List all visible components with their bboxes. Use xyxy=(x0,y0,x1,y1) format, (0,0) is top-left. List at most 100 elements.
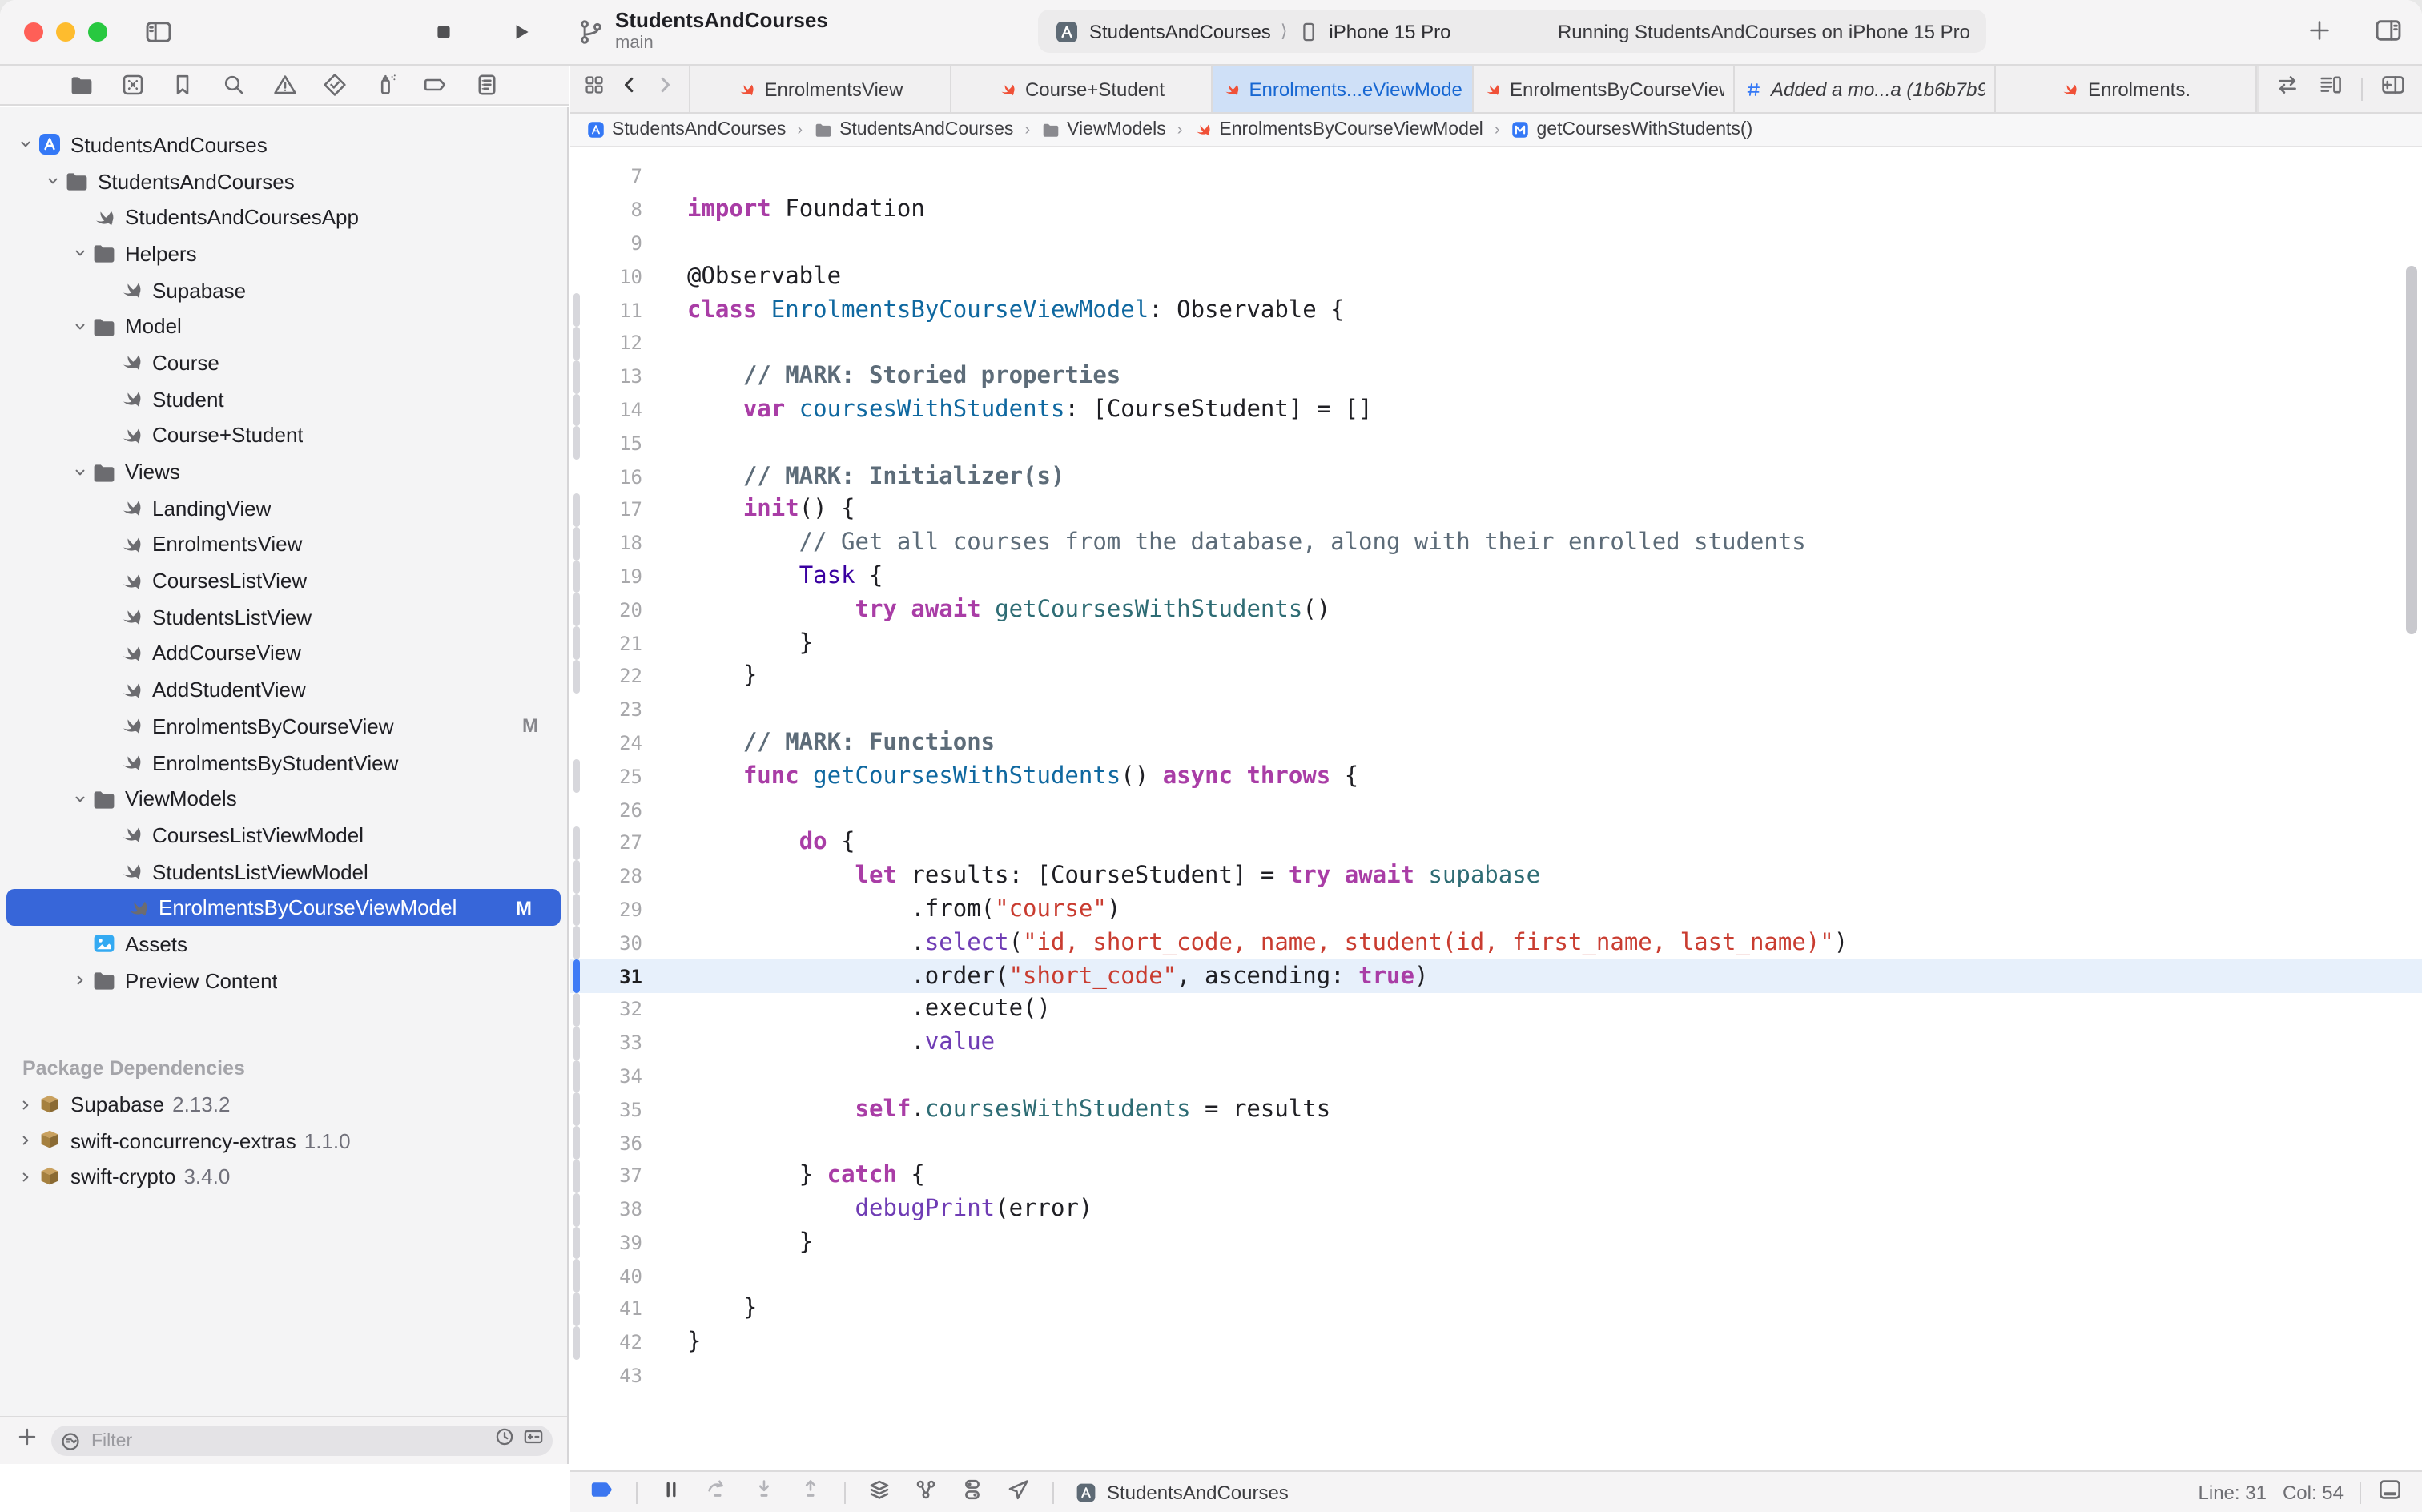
run-button[interactable] xyxy=(503,16,538,48)
line-number[interactable]: 8 xyxy=(570,199,642,221)
sidebar-item-studentsandcourses[interactable]: StudentsAndCourses xyxy=(0,163,567,199)
disclosure-toggle[interactable] xyxy=(67,971,91,990)
sidebar-item-courseslistview[interactable]: CoursesListView xyxy=(0,563,567,599)
line-number[interactable]: 31 xyxy=(570,965,642,987)
line-number[interactable]: 23 xyxy=(570,698,642,721)
code-line-37[interactable]: 37 } catch { xyxy=(570,1160,2422,1193)
line-number[interactable]: 24 xyxy=(570,732,642,754)
line-number[interactable]: 25 xyxy=(570,765,642,787)
disclosure-toggle[interactable] xyxy=(13,135,37,155)
zoom-window-button[interactable] xyxy=(88,22,107,42)
navigator-tab-tag[interactable] xyxy=(422,70,451,99)
disclosure-toggle[interactable] xyxy=(67,244,91,263)
code-line-39[interactable]: 39 } xyxy=(570,1226,2422,1260)
disclosure-toggle[interactable] xyxy=(67,789,91,808)
sidebar-item-student[interactable]: Student xyxy=(0,381,567,417)
line-number[interactable]: 7 xyxy=(570,166,642,188)
toggle-navigator-button[interactable] xyxy=(141,16,176,48)
forward-button[interactable] xyxy=(654,74,676,104)
sidebar-item-studentslistviewmodel[interactable]: StudentsListViewModel xyxy=(0,854,567,890)
sidebar-item-helpers[interactable]: Helpers xyxy=(0,235,567,271)
breadcrumb-item-4[interactable]: getCoursesWithStudents() xyxy=(1511,120,1753,139)
breadcrumb-item-3[interactable]: EnrolmentsByCourseViewModel xyxy=(1193,120,1483,139)
sidebar-item-model[interactable]: Model xyxy=(0,308,567,344)
code-line-22[interactable]: 22 } xyxy=(570,660,2422,694)
close-window-button[interactable] xyxy=(24,22,43,42)
line-number[interactable]: 28 xyxy=(570,865,642,887)
line-number[interactable]: 15 xyxy=(570,432,642,455)
navigator-tab-nav-folder[interactable] xyxy=(67,70,96,99)
step-out-button[interactable] xyxy=(798,1477,823,1507)
code-line-11[interactable]: 11 class EnrolmentsByCourseViewModel: Ob… xyxy=(570,293,2422,327)
line-number[interactable]: 36 xyxy=(570,1132,642,1154)
source-control-summary[interactable]: StudentsAndCourses main xyxy=(577,6,828,58)
run-destination[interactable]: iPhone 15 Pro xyxy=(1329,20,1450,42)
stop-button[interactable] xyxy=(426,16,461,48)
minimize-window-button[interactable] xyxy=(56,22,75,42)
code-line-7[interactable]: 7 xyxy=(570,160,2422,194)
line-number[interactable]: 9 xyxy=(570,232,642,255)
line-number[interactable]: 13 xyxy=(570,365,642,388)
code-line-36[interactable]: 36 xyxy=(570,1126,2422,1160)
source-editor[interactable]: 7 8 import Foundation 9 10 @Observable 1… xyxy=(570,147,2422,1470)
memory-graph-button[interactable] xyxy=(913,1477,939,1507)
related-items-button[interactable] xyxy=(583,74,606,104)
sidebar-item-assets[interactable]: Assets xyxy=(0,926,567,962)
code-line-12[interactable]: 12 xyxy=(570,327,2422,360)
code-line-19[interactable]: 19 Task { xyxy=(570,560,2422,593)
code-line-16[interactable]: 16 // MARK: Initializer(s) xyxy=(570,460,2422,493)
disclosure-toggle[interactable] xyxy=(13,1168,37,1187)
disclosure-toggle[interactable] xyxy=(13,1131,37,1150)
navigator-tab-test[interactable] xyxy=(320,70,349,99)
code-line-41[interactable]: 41 } xyxy=(570,1293,2422,1326)
disclosure-toggle[interactable] xyxy=(67,462,91,481)
toggle-inspector-button[interactable] xyxy=(2374,16,2403,53)
editor-tab-2[interactable]: Enrolments...eViewModel xyxy=(1213,66,1474,112)
disclosure-toggle[interactable] xyxy=(40,171,64,191)
scheme-name[interactable]: StudentsAndCourses xyxy=(1089,20,1271,42)
line-number[interactable]: 26 xyxy=(570,798,642,821)
line-number[interactable]: 12 xyxy=(570,332,642,355)
code-line-21[interactable]: 21 } xyxy=(570,626,2422,660)
navigator-tab-nav-sc[interactable] xyxy=(118,70,147,99)
package-item-swift-concurrency-extras[interactable]: swift-concurrency-extras 1.1.0 xyxy=(0,1123,567,1159)
toggle-debug-area-button[interactable] xyxy=(2377,1477,2403,1507)
sidebar-item-studentsandcoursesapp[interactable]: StudentsAndCoursesApp xyxy=(0,199,567,235)
code-line-8[interactable]: 8 import Foundation xyxy=(570,194,2422,227)
line-number[interactable]: 11 xyxy=(570,299,642,321)
code-line-15[interactable]: 15 xyxy=(570,427,2422,460)
environment-overrides-button[interactable] xyxy=(960,1477,985,1507)
code-line-27[interactable]: 27 do { xyxy=(570,826,2422,860)
line-number[interactable]: 14 xyxy=(570,399,642,421)
disclosure-toggle[interactable] xyxy=(67,317,91,336)
add-button[interactable] xyxy=(2307,18,2332,51)
navigator-tab-warning[interactable] xyxy=(270,70,299,99)
line-number[interactable]: 40 xyxy=(570,1265,642,1287)
editor-tab-5[interactable]: Enrolments. xyxy=(1996,66,2257,112)
code-line-23[interactable]: 23 xyxy=(570,694,2422,727)
line-number[interactable]: 21 xyxy=(570,632,642,654)
sidebar-item-preview-content[interactable]: Preview Content xyxy=(0,963,567,999)
code-line-33[interactable]: 33 .value xyxy=(570,1026,2422,1060)
sidebar-item-supabase[interactable]: Supabase xyxy=(0,272,567,308)
disclosure-toggle[interactable] xyxy=(13,1095,37,1114)
sidebar-item-enrolmentsview[interactable]: EnrolmentsView xyxy=(0,526,567,562)
line-number[interactable]: 17 xyxy=(570,499,642,521)
line-number[interactable]: 29 xyxy=(570,899,642,921)
code-line-34[interactable]: 34 xyxy=(570,1060,2422,1093)
code-line-38[interactable]: 38 debugPrint(error) xyxy=(570,1192,2422,1226)
sidebar-item-addstudentview[interactable]: AddStudentView xyxy=(0,672,567,708)
view-hierarchy-button[interactable] xyxy=(867,1477,892,1507)
split-editor-button[interactable] xyxy=(2380,72,2406,106)
navigator-tab-bookmark[interactable] xyxy=(169,70,198,99)
line-number[interactable]: 32 xyxy=(570,999,642,1021)
sidebar-item-studentslistview[interactable]: StudentsListView xyxy=(0,599,567,635)
line-number[interactable]: 16 xyxy=(570,465,642,488)
code-line-43[interactable]: 43 xyxy=(570,1359,2422,1393)
scrollbar-thumb[interactable] xyxy=(2406,266,2417,634)
line-number[interactable]: 27 xyxy=(570,832,642,855)
minimap-button[interactable] xyxy=(2318,72,2344,106)
line-number[interactable]: 10 xyxy=(570,266,642,288)
sidebar-item-views[interactable]: Views xyxy=(0,453,567,489)
package-item-supabase[interactable]: Supabase 2.13.2 xyxy=(0,1086,567,1122)
